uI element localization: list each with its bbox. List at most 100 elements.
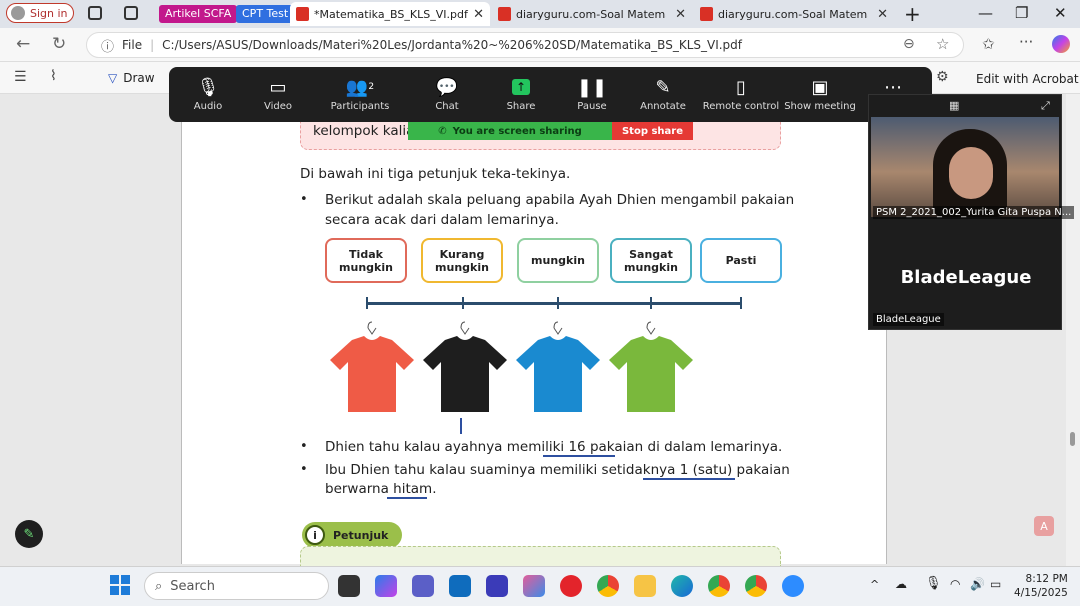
show-meeting-button[interactable]: ▣ Show meeting xyxy=(781,73,859,113)
refresh-icon[interactable]: ↻ xyxy=(52,34,66,54)
intro-text: Di bawah ini tiga petunjuk teka-tekinya. xyxy=(300,166,571,182)
minimize-icon[interactable]: — xyxy=(978,4,993,22)
settings-gear-icon[interactable]: ⚙ xyxy=(936,69,949,85)
scale-tick xyxy=(740,297,742,309)
scale-box-tidak-mungkin: Tidak mungkin xyxy=(325,238,407,283)
close-tab-icon[interactable]: ✕ xyxy=(675,7,686,22)
scale-label: mungkin xyxy=(624,260,678,274)
pink-note-text: kelompok kalian xyxy=(313,123,423,139)
taskbar-search[interactable]: ⌕ Search xyxy=(144,572,329,600)
petunjuk-label: Petunjuk xyxy=(333,528,389,542)
tab-diaryguru-1[interactable]: diaryguru.com-Soal Matematika K ✕ xyxy=(492,2,692,26)
pause-button[interactable]: ❚❚ Pause xyxy=(553,73,631,113)
edit-with-acrobat-button[interactable]: Edit with Acrobat xyxy=(976,72,1079,86)
close-window-icon[interactable]: ✕ xyxy=(1054,4,1067,22)
bullet1-line1: Berikut adalah skala peluang apabila Aya… xyxy=(325,192,795,208)
draw-button[interactable]: ▽ Draw xyxy=(108,71,155,85)
scale-tick xyxy=(557,297,559,309)
teams-icon[interactable] xyxy=(412,575,434,597)
chat-label: Chat xyxy=(435,101,459,112)
share-button[interactable]: ↑ Share xyxy=(482,73,560,112)
tab-diaryguru-2[interactable]: diaryguru.com-Soal Matematika K ✕ xyxy=(694,2,894,26)
bookmark-artikel-scfa[interactable]: Artikel SCFA xyxy=(159,5,238,23)
menu-icon[interactable]: ··· xyxy=(1019,33,1033,51)
share-icon: ↑ xyxy=(482,73,560,101)
scale-label: Pasti xyxy=(725,254,757,267)
pdf-icon xyxy=(498,7,511,21)
back-icon[interactable]: ← xyxy=(16,34,30,54)
close-tab-icon[interactable]: ✕ xyxy=(473,7,484,22)
bullet-dot: • xyxy=(300,462,308,477)
file-label: File xyxy=(122,38,143,52)
highlight-icon[interactable]: ⌇ xyxy=(50,68,57,84)
acrobat-icon[interactable]: A xyxy=(1034,516,1054,536)
sign-in-button[interactable]: Sign in xyxy=(6,3,74,23)
wifi-icon[interactable]: ◠ xyxy=(950,577,960,591)
separator: | xyxy=(150,38,155,52)
copilot-icon[interactable] xyxy=(1052,35,1070,53)
cloud-icon[interactable]: ☁ xyxy=(895,577,907,591)
hint-box xyxy=(300,546,781,566)
restore-icon[interactable]: ❐ xyxy=(1015,4,1028,22)
task-view-icon[interactable] xyxy=(338,575,360,597)
m365-icon[interactable] xyxy=(523,575,545,597)
chrome-icon[interactable] xyxy=(597,575,619,597)
contents-icon[interactable]: ☰ xyxy=(14,69,27,85)
probability-scale-line xyxy=(367,302,742,305)
tab-pdf[interactable]: *Matematika_BS_KLS_VI.pdf ✕ xyxy=(290,2,490,26)
address-bar[interactable]: ⓘ File | C:/Users/ASUS/Downloads/Materi%… xyxy=(86,32,964,58)
audio-button[interactable]: 🎙 Audio xyxy=(169,73,247,113)
bookmark-cpt-test[interactable]: CPT Test xyxy=(236,5,295,23)
chat-button[interactable]: 💬 Chat xyxy=(408,73,486,113)
video-icon: ▭ xyxy=(269,76,287,98)
zoom-app-icon[interactable] xyxy=(782,575,804,597)
gallery-grid-icon[interactable]: ▦ xyxy=(949,99,959,112)
info-icon: ⓘ xyxy=(101,39,115,55)
scale-tick xyxy=(366,297,368,309)
pdf-icon xyxy=(700,7,713,21)
start-icon[interactable] xyxy=(110,575,130,595)
draw-label: Draw xyxy=(123,71,155,85)
participant-face xyxy=(949,147,993,199)
scrollbar[interactable] xyxy=(1066,94,1080,566)
pen-underline xyxy=(387,497,427,499)
zoom-icon[interactable]: ⊖ xyxy=(903,36,915,52)
annotation-pen-icon[interactable]: ✎ xyxy=(15,520,43,548)
tray-chevron-icon[interactable]: ^ xyxy=(870,578,879,591)
scrollbar-thumb[interactable] xyxy=(1070,432,1075,446)
new-tab-icon[interactable]: + xyxy=(904,2,921,26)
bullet-dot: • xyxy=(300,192,308,207)
microphone-icon: 🎙 xyxy=(196,76,220,98)
opera-icon[interactable] xyxy=(560,575,582,597)
video-button[interactable]: ▭ Video xyxy=(239,73,317,113)
favorite-star-icon[interactable]: ☆ xyxy=(936,35,949,53)
participants-button[interactable]: 👥 2 Participants xyxy=(321,73,399,113)
mic-tray-icon[interactable]: 🎙 xyxy=(925,576,942,591)
tab-label: diaryguru.com-Soal Matematika K xyxy=(516,7,666,21)
close-tab-icon[interactable]: ✕ xyxy=(877,7,888,22)
tab-actions-icon[interactable] xyxy=(124,6,138,20)
chrome-profile-2-icon[interactable] xyxy=(745,575,767,597)
workspaces-icon[interactable] xyxy=(88,6,102,20)
annotate-button[interactable]: ✎ Annotate xyxy=(624,73,702,113)
visual-app-icon[interactable] xyxy=(486,575,508,597)
edge-icon[interactable] xyxy=(671,575,693,597)
pen-annotation-mark xyxy=(460,418,462,434)
battery-icon[interactable]: ▭ xyxy=(990,577,1001,591)
remote-control-button[interactable]: ▯ Remote control xyxy=(701,73,781,113)
stop-share-button[interactable]: Stop share xyxy=(612,122,693,140)
clock[interactable]: 8:12 PM 4/15/2025 xyxy=(1014,572,1068,600)
scale-label: mungkin xyxy=(531,254,585,267)
scale-box-kurang-mungkin: Kurang mungkin xyxy=(421,238,503,283)
participants-icon: 👥 2 xyxy=(345,76,375,98)
participant-placeholder-name: BladeLeague xyxy=(900,267,1032,288)
favorites-icon[interactable]: ✩ xyxy=(982,35,995,53)
copilot-taskbar-icon[interactable] xyxy=(375,575,397,597)
file-explorer-icon[interactable] xyxy=(634,575,656,597)
expand-icon[interactable]: ⤢ xyxy=(1041,99,1050,113)
outlook-icon[interactable] xyxy=(449,575,471,597)
chrome-profile-icon[interactable] xyxy=(708,575,730,597)
volume-icon[interactable]: 🔊 xyxy=(970,577,985,591)
scale-label: mungkin xyxy=(435,260,489,274)
participants-label: Participants xyxy=(330,101,390,112)
